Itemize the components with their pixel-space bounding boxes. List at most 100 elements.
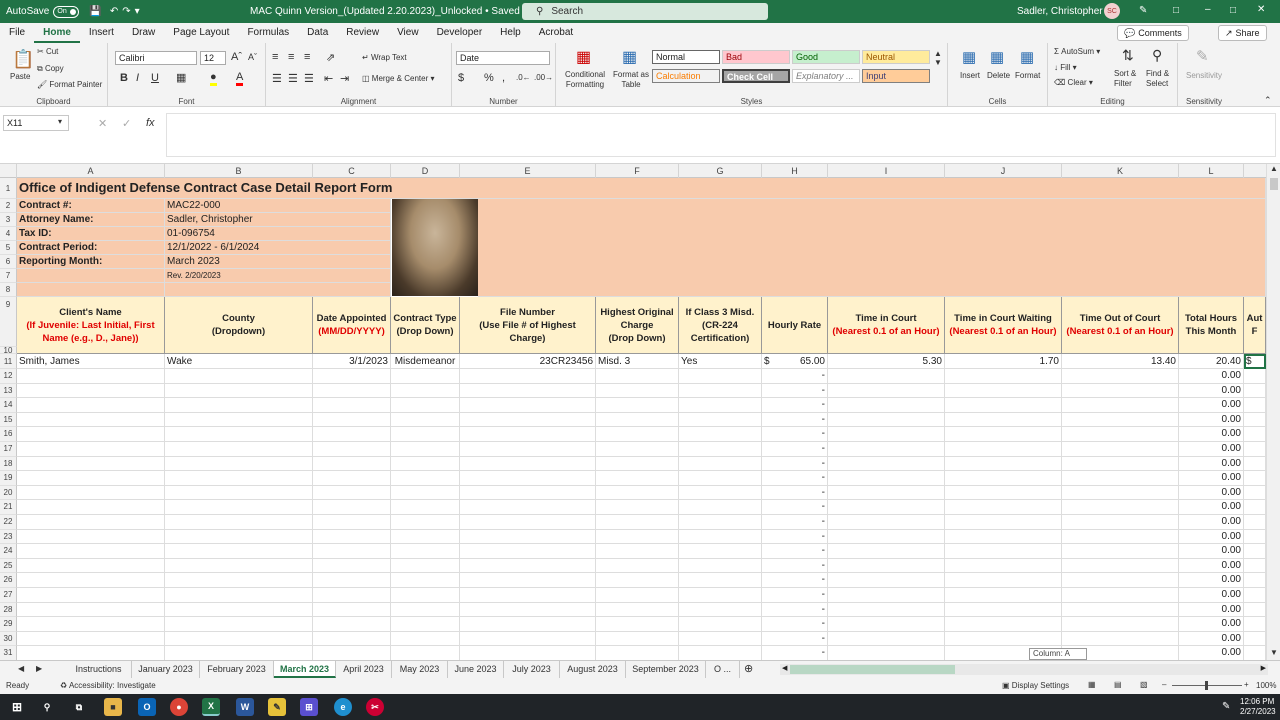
- row-header-6[interactable]: 6: [0, 255, 17, 269]
- data-cell[interactable]: [1062, 383, 1179, 399]
- data-cell[interactable]: [460, 588, 596, 603]
- horizontal-scroll-thumb[interactable]: [790, 665, 955, 674]
- style-explanatory[interactable]: Explanatory ...: [792, 69, 860, 83]
- data-cell[interactable]: [679, 427, 762, 442]
- data-cell[interactable]: [313, 544, 391, 559]
- data-cell[interactable]: [165, 558, 313, 574]
- align-middle-icon[interactable]: ≡: [288, 51, 294, 63]
- data-cell[interactable]: [679, 500, 762, 515]
- data-cell[interactable]: [391, 398, 460, 413]
- increase-decimal-icon[interactable]: .0←: [516, 73, 531, 82]
- row-header-29[interactable]: 29: [0, 617, 17, 632]
- data-cell[interactable]: 0.00: [1179, 383, 1244, 399]
- data-cell[interactable]: [679, 617, 762, 632]
- column-title-5[interactable]: File Number (Use File # of Highest Charge…: [460, 297, 596, 354]
- data-cell[interactable]: [828, 573, 945, 588]
- data-cell[interactable]: [828, 412, 945, 428]
- data-cell[interactable]: [313, 383, 391, 399]
- row-header-12[interactable]: 12: [0, 369, 17, 384]
- autosum-button[interactable]: Σ AutoSum ▾: [1054, 47, 1100, 56]
- empty-cell[interactable]: [17, 283, 165, 297]
- data-cell[interactable]: [828, 383, 945, 399]
- data-cell[interactable]: [165, 544, 313, 559]
- style-input[interactable]: Input: [862, 69, 930, 83]
- column-header-f[interactable]: F: [596, 164, 679, 178]
- data-cell[interactable]: [828, 529, 945, 545]
- cancel-entry-icon[interactable]: ✕: [98, 117, 107, 130]
- data-cell[interactable]: [165, 573, 313, 588]
- column-header-a[interactable]: A: [17, 164, 165, 178]
- data-cell[interactable]: [313, 631, 391, 647]
- column-title-10[interactable]: Time in Court Waiting (Nearest 0.1 of an …: [945, 297, 1062, 354]
- data-cell[interactable]: [165, 471, 313, 486]
- data-cell[interactable]: [1062, 558, 1179, 574]
- data-cell[interactable]: [17, 456, 165, 472]
- data-cell[interactable]: [165, 631, 313, 647]
- percent-icon[interactable]: %: [484, 72, 494, 84]
- confirm-entry-icon[interactable]: ✓: [122, 117, 131, 130]
- data-cell[interactable]: [828, 427, 945, 442]
- data-cell[interactable]: [391, 617, 460, 632]
- share-button[interactable]: ↗ Share: [1218, 25, 1267, 41]
- font-name-select[interactable]: Calibri: [115, 51, 197, 65]
- data-cell[interactable]: [1244, 485, 1266, 501]
- data-cell[interactable]: [1062, 500, 1179, 515]
- merge-center-button[interactable]: ◫ Merge & Center ▾: [362, 74, 435, 83]
- data-cell[interactable]: [17, 471, 165, 486]
- font-color-icon[interactable]: A: [236, 71, 244, 86]
- data-cell[interactable]: [17, 398, 165, 413]
- maximize-icon[interactable]: □: [1230, 5, 1236, 16]
- ribbon-display-icon[interactable]: □: [1173, 5, 1179, 16]
- data-cell[interactable]: [313, 471, 391, 486]
- data-cell[interactable]: -: [762, 485, 828, 501]
- data-cell[interactable]: [17, 500, 165, 515]
- data-cell[interactable]: [679, 558, 762, 574]
- data-cell[interactable]: 0.00: [1179, 427, 1244, 442]
- data-cell[interactable]: [1062, 602, 1179, 618]
- tab-july-2023[interactable]: July 2023: [504, 661, 560, 678]
- data-cell[interactable]: [460, 646, 596, 660]
- info-label[interactable]: Contract #:: [17, 199, 165, 213]
- cell-row11[interactable]: 65.00: [776, 354, 828, 369]
- data-cell[interactable]: [17, 617, 165, 632]
- column-header-b[interactable]: B: [165, 164, 313, 178]
- row-header-23[interactable]: 23: [0, 529, 17, 545]
- data-cell[interactable]: [313, 617, 391, 632]
- row-header-21[interactable]: 21: [0, 500, 17, 515]
- cell-row11[interactable]: 3/1/2023: [313, 354, 391, 369]
- tab-june-2023[interactable]: June 2023: [448, 661, 504, 678]
- cell-row11[interactable]: 20.40: [1179, 354, 1244, 369]
- data-cell[interactable]: [679, 383, 762, 399]
- task-view-icon[interactable]: ⧉: [70, 698, 88, 716]
- data-cell[interactable]: [1244, 529, 1266, 545]
- column-header-e[interactable]: E: [460, 164, 596, 178]
- row-header-1[interactable]: 1: [0, 178, 17, 199]
- data-cell[interactable]: [165, 398, 313, 413]
- data-cell[interactable]: [391, 646, 460, 660]
- cell-row11[interactable]: 13.40: [1062, 354, 1179, 369]
- windows-start-icon[interactable]: ⊞: [8, 698, 26, 716]
- data-cell[interactable]: [460, 617, 596, 632]
- zoom-in-icon[interactable]: +: [1244, 680, 1249, 689]
- data-cell[interactable]: [165, 515, 313, 530]
- menu-data[interactable]: Data: [298, 23, 337, 43]
- data-cell[interactable]: [1062, 485, 1179, 501]
- add-sheet-icon[interactable]: ⊕: [744, 662, 753, 675]
- format-cells-icon[interactable]: ▦: [1020, 48, 1034, 66]
- minimize-icon[interactable]: –: [1205, 4, 1211, 15]
- data-cell[interactable]: [460, 398, 596, 413]
- data-cell[interactable]: [17, 631, 165, 647]
- decrease-decimal-icon[interactable]: .00→: [534, 73, 553, 82]
- data-cell[interactable]: [596, 442, 679, 457]
- column-title-9[interactable]: Time in Court (Nearest 0.1 of an Hour): [828, 297, 945, 354]
- row-header-25[interactable]: 25: [0, 558, 17, 574]
- align-center-icon[interactable]: ☰: [288, 72, 298, 85]
- data-cell[interactable]: [1244, 427, 1266, 442]
- menu-page-layout[interactable]: Page Layout: [164, 23, 238, 43]
- styles-scroll-icon[interactable]: ▲ ▼: [934, 49, 942, 67]
- column-title-6[interactable]: Highest Original Charge (Drop Down): [596, 297, 679, 354]
- row-header-16[interactable]: 16: [0, 427, 17, 442]
- word-icon[interactable]: W: [236, 698, 254, 716]
- report-title[interactable]: Office of Indigent Defense Contract Case…: [17, 178, 1266, 199]
- info-label[interactable]: [17, 269, 165, 283]
